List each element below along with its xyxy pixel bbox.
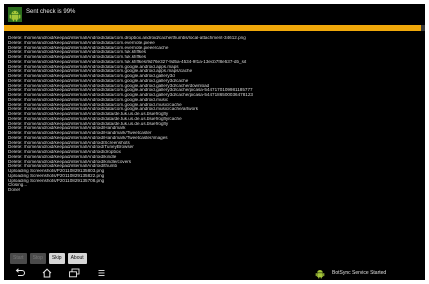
status-notification[interactable]: BotSync Service Started: [314, 266, 386, 280]
back-icon[interactable]: [14, 268, 26, 278]
skip-button[interactable]: Skip: [48, 253, 65, 264]
android-icon: [315, 270, 325, 279]
tablet-screen: Sent check is 99% Delete: /home/android/…: [4, 4, 425, 280]
start-button[interactable]: Start: [10, 253, 27, 264]
progress-bar: [4, 25, 425, 31]
log-line: Done!: [8, 188, 21, 192]
home-icon[interactable]: [41, 268, 53, 278]
stop-button[interactable]: Stop: [29, 253, 46, 264]
recent-apps-icon[interactable]: [68, 268, 80, 278]
android-icon: [8, 7, 22, 22]
progress-fill: [4, 25, 421, 31]
about-button[interactable]: About: [67, 253, 87, 264]
notification-text: BotSync Service Started: [332, 270, 387, 276]
log-output[interactable]: Delete: /home/android/keepad/internal/An…: [8, 36, 423, 240]
title-bar: Sent check is 99%: [4, 4, 425, 25]
window-title: Sent check is 99%: [26, 9, 76, 15]
menu-icon[interactable]: [96, 268, 108, 278]
button-row: Start Stop Skip About: [10, 253, 87, 264]
